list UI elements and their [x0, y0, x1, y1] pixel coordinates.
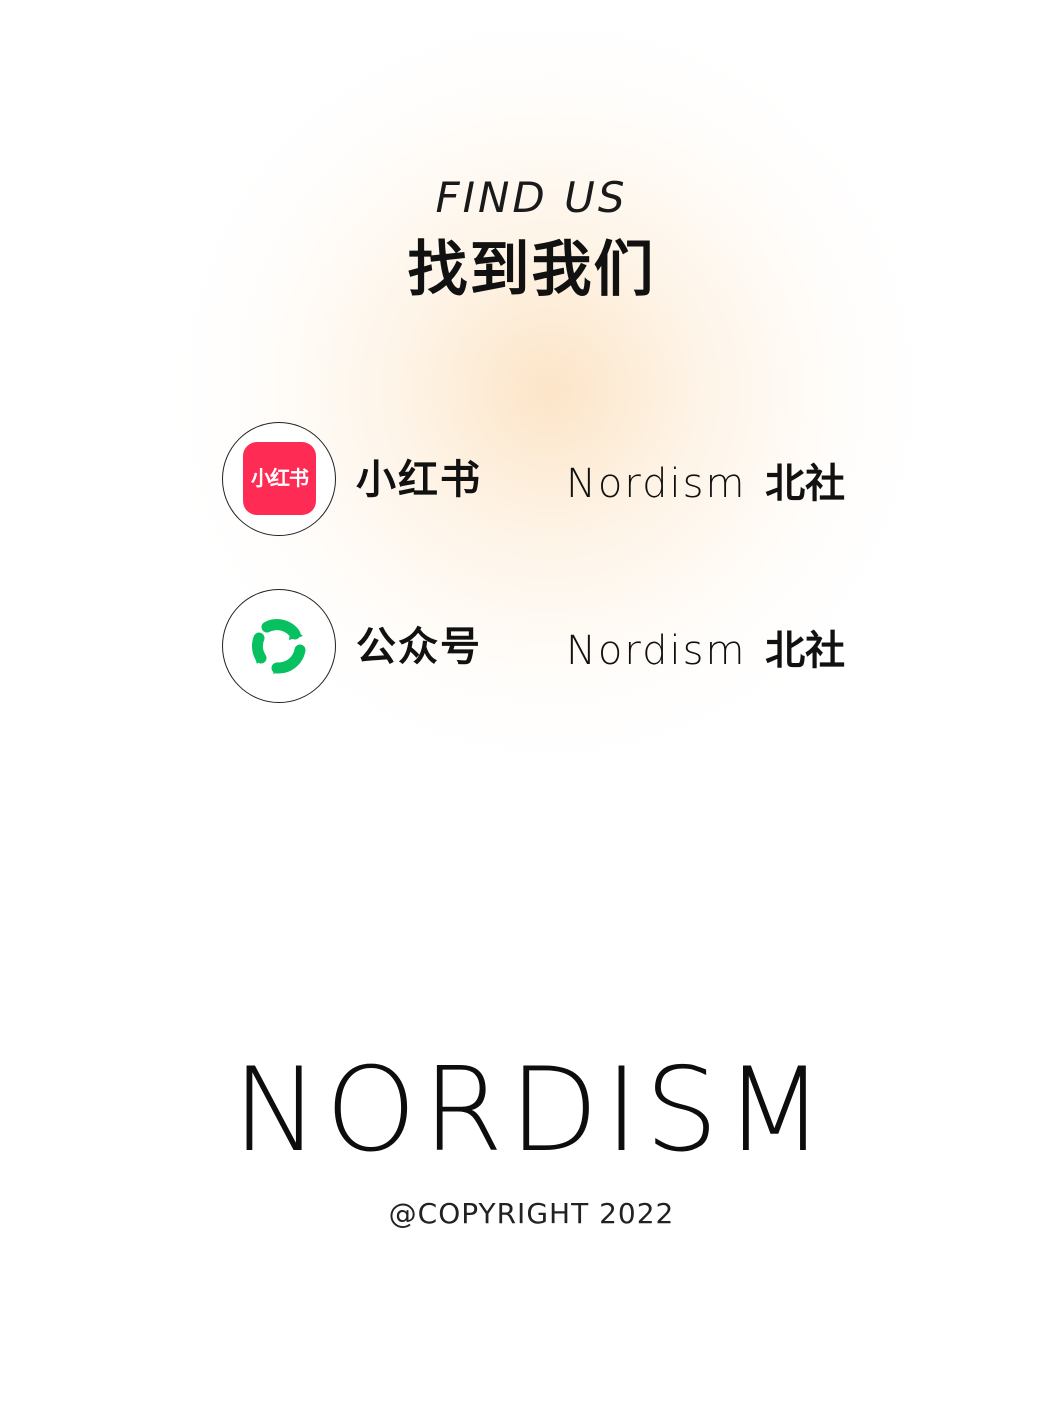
copyright-text: @COPYRIGHT 2022	[388, 1197, 675, 1230]
wechat-official-account-icon	[252, 619, 306, 674]
social-row-xiaohongshu[interactable]: 小红书 小红书 Nordism 北社	[222, 422, 862, 536]
handle-cjk: 北社	[765, 461, 846, 507]
section-header: FIND US 找到我们	[0, 170, 1063, 308]
handle-latin: Nordism	[566, 628, 747, 674]
brand-wordmark: NORDISM	[232, 1043, 831, 1178]
xiaohongshu-badge[interactable]: 小红书	[222, 422, 336, 536]
platform-name: 小红书	[356, 457, 482, 503]
platform-name: 公众号	[356, 624, 482, 670]
xiaohongshu-logo-icon: 小红书	[243, 442, 316, 515]
section-title-zh: 找到我们	[407, 235, 656, 305]
section-title-en: FIND US	[435, 173, 628, 222]
wechat-badge[interactable]	[222, 589, 336, 703]
handle-latin: Nordism	[566, 461, 747, 507]
account-handle: Nordism 北社	[566, 456, 845, 512]
account-handle: Nordism 北社	[566, 623, 845, 679]
social-row-wechat[interactable]: 公众号 Nordism 北社	[222, 589, 862, 703]
handle-cjk: 北社	[765, 628, 846, 674]
